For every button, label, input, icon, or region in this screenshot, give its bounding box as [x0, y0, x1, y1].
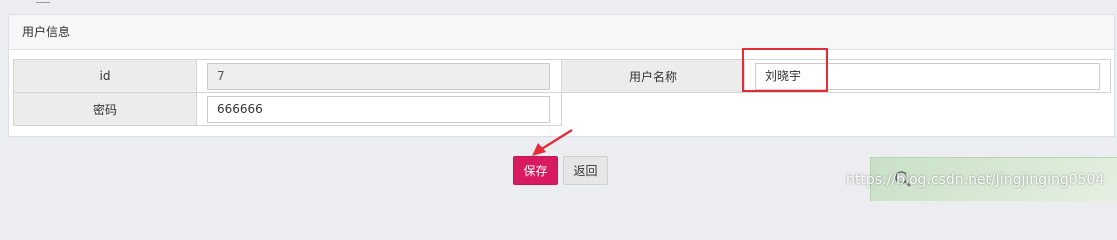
user-info-panel: 用户信息 id 7 用户名称 刘晓宇 密码 666666 — [8, 14, 1115, 137]
password-cell: 666666 — [196, 92, 562, 126]
cropped-edge-fragment — [36, 0, 50, 3]
watermark-text: https://blog.csdn.net/Jingjinging0504 — [846, 172, 1105, 188]
empty-cell — [561, 92, 1111, 126]
table-row: id 7 用户名称 刘晓宇 — [13, 59, 1111, 93]
password-label: 密码 — [13, 92, 197, 126]
back-button[interactable]: 返回 — [563, 156, 608, 185]
id-cell: 7 — [196, 59, 562, 93]
id-field[interactable]: 7 — [207, 62, 550, 90]
password-field[interactable]: 666666 — [207, 95, 550, 123]
username-label: 用户名称 — [561, 59, 745, 93]
id-label: id — [13, 59, 197, 93]
annotation-highlight-box — [742, 48, 828, 92]
save-button[interactable]: 保存 — [513, 156, 558, 185]
panel-title: 用户信息 — [9, 15, 1114, 50]
annotation-arrow-icon — [532, 128, 573, 156]
table-row: 密码 666666 — [13, 92, 1111, 126]
user-info-table: id 7 用户名称 刘晓宇 密码 666666 — [13, 59, 1111, 126]
